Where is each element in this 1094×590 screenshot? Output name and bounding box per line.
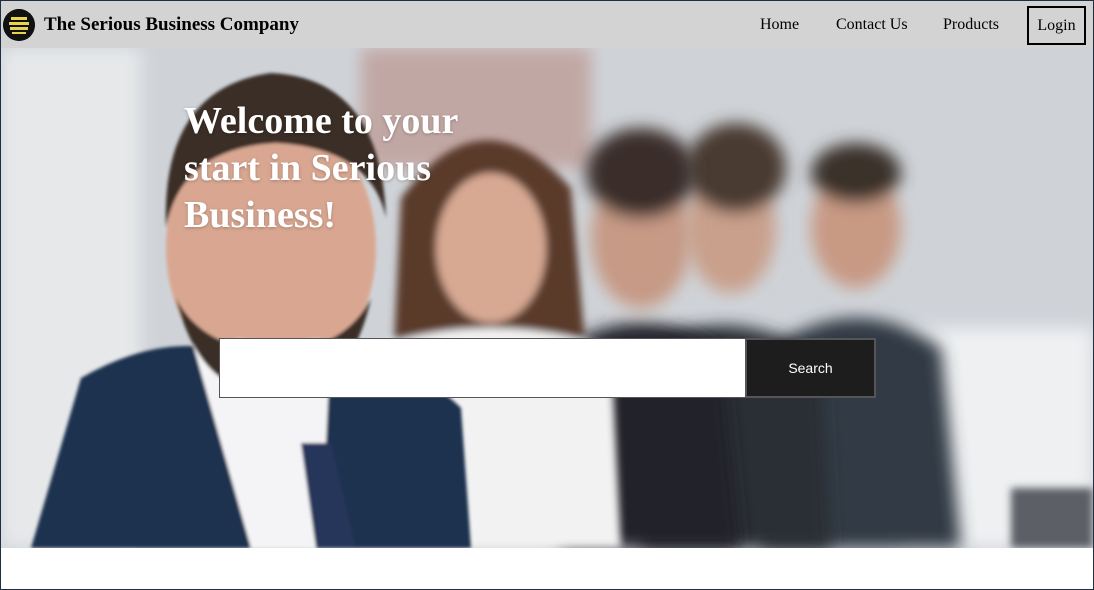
hero-title: Welcome to your start in Serious Busines… <box>184 100 458 236</box>
nav-home-link[interactable]: Home <box>760 16 799 34</box>
company-logo-icon[interactable] <box>3 9 35 41</box>
hero-background-image <box>1 48 1093 548</box>
login-button[interactable]: Login <box>1027 6 1086 45</box>
page-content-area <box>1 548 1093 589</box>
nav-contact-link[interactable]: Contact Us <box>836 16 908 34</box>
nav-products-link[interactable]: Products <box>943 16 999 34</box>
top-navbar: The Serious Business Company Home Contac… <box>1 1 1093 48</box>
search-button[interactable]: Search <box>745 338 876 398</box>
hero-banner: Welcome to your start in Serious Busines… <box>1 48 1093 548</box>
brand-name[interactable]: The Serious Business Company <box>44 14 299 36</box>
search-input[interactable] <box>219 338 746 398</box>
